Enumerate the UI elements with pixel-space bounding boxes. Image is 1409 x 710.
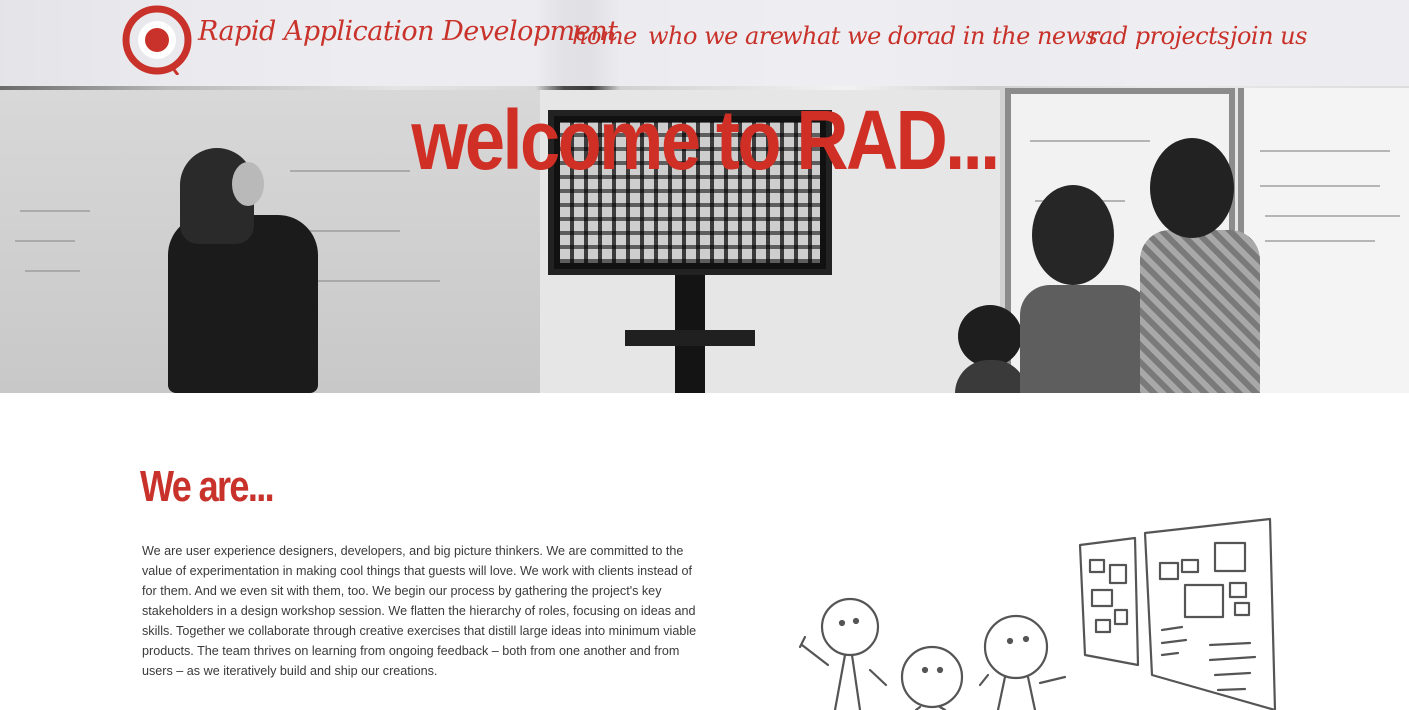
person-right <box>1140 230 1260 393</box>
team-sketch-illustration <box>798 517 1277 710</box>
nav-what-we-do[interactable]: what we do <box>782 22 917 50</box>
person-middle <box>1020 285 1150 393</box>
nav-who-we-are[interactable]: who we are <box>648 22 784 50</box>
nav-home[interactable]: home <box>572 22 637 50</box>
target-icon[interactable] <box>122 5 192 75</box>
nav-join-us[interactable]: join us <box>1230 22 1307 50</box>
section-body: We are user experience designers, develo… <box>142 544 697 678</box>
nav-rad-in-the-news[interactable]: rad in the news <box>916 22 1098 50</box>
nav-rad-projects[interactable]: rad projects <box>1088 22 1230 50</box>
section-heading: We are... <box>140 462 275 511</box>
top-nav: Rapid Application Development home who w… <box>0 0 1409 86</box>
hero-title: welcome to RAD... <box>411 93 1000 187</box>
brand-name[interactable]: Rapid Application Development <box>198 16 618 47</box>
